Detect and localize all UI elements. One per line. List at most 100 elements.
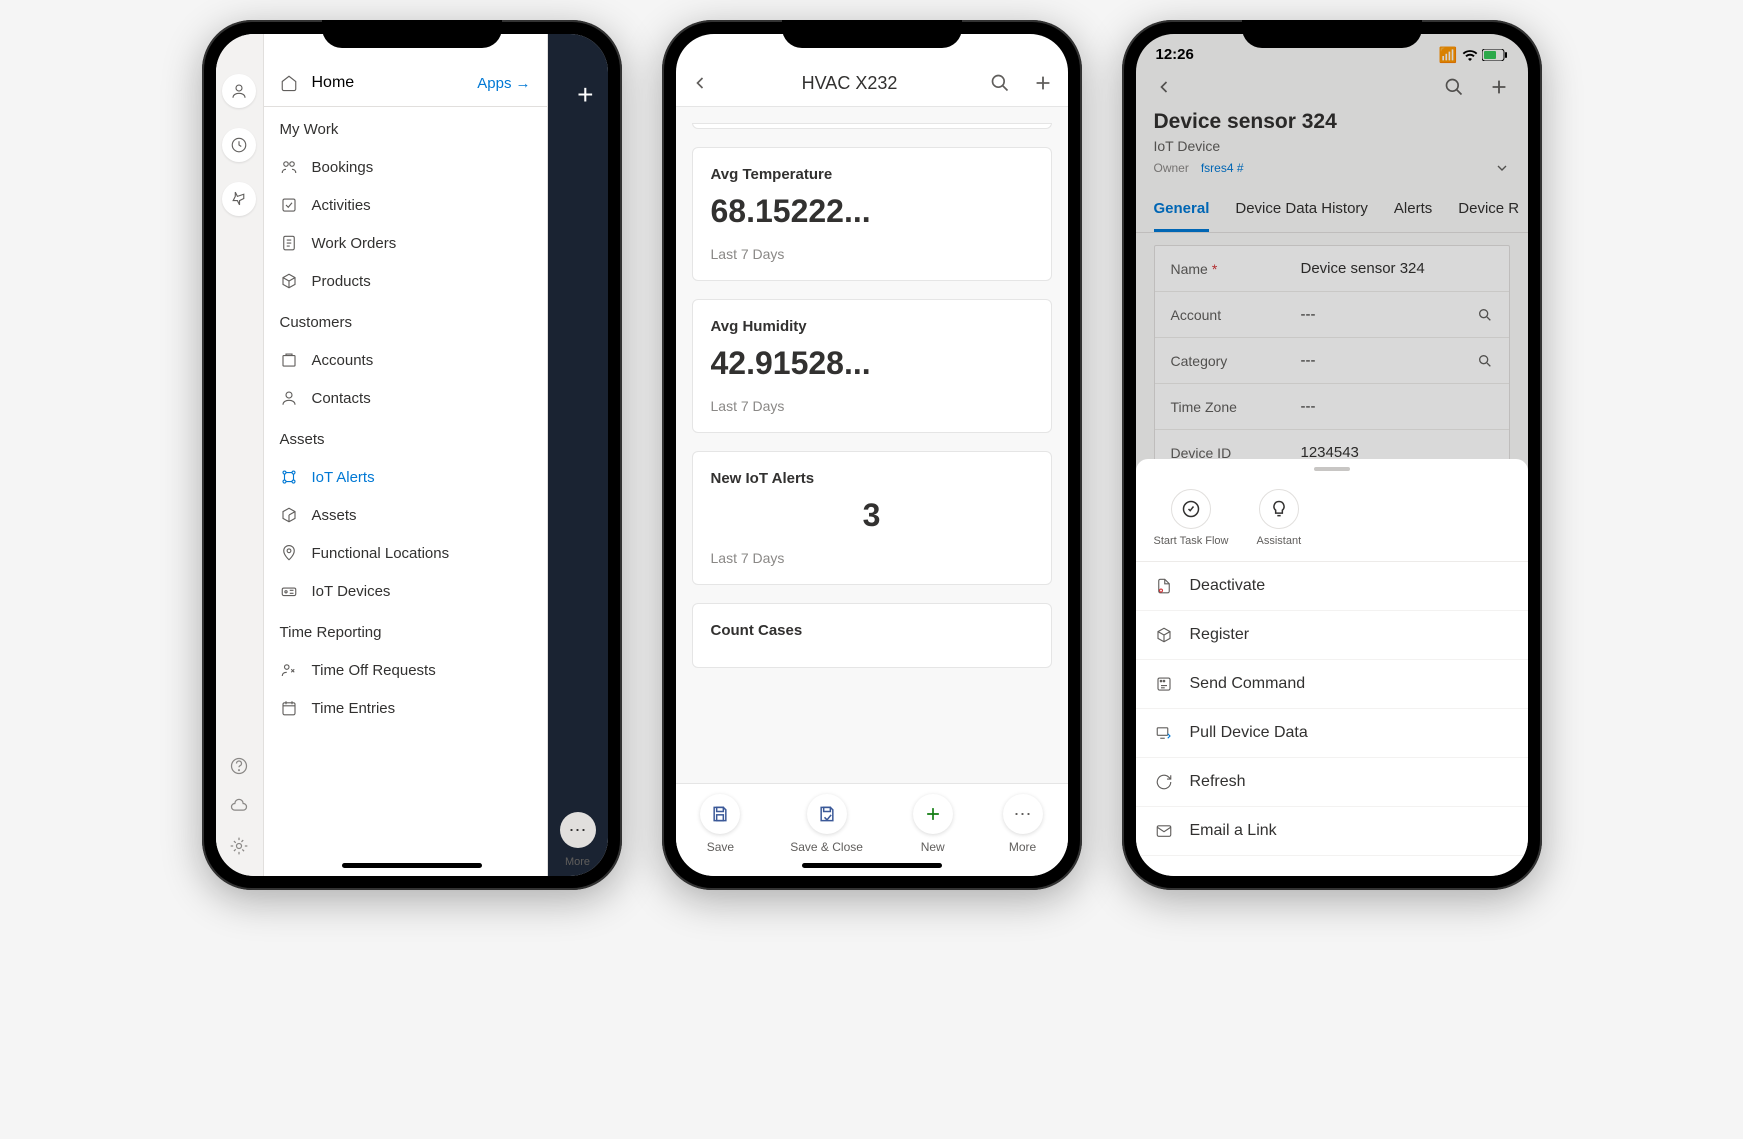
tab-alerts[interactable]: Alerts xyxy=(1394,188,1432,232)
action-sheet: Start Task Flow Assistant Deactivate Reg… xyxy=(1136,459,1528,876)
assistant-icon xyxy=(1259,489,1299,529)
nav-functional-locations[interactable]: Functional Locations xyxy=(264,534,547,572)
user-icon[interactable] xyxy=(222,74,256,108)
assistant-button[interactable]: Assistant xyxy=(1257,489,1302,547)
products-icon xyxy=(280,272,298,290)
action-email-link[interactable]: Email a Link xyxy=(1136,807,1528,856)
action-register[interactable]: Register xyxy=(1136,611,1528,660)
field-name[interactable]: Name*Device sensor 324 xyxy=(1155,246,1509,292)
pin-icon[interactable] xyxy=(222,182,256,216)
save-close-icon xyxy=(807,794,847,834)
back-button[interactable] xyxy=(690,73,710,93)
action-deactivate[interactable]: Deactivate xyxy=(1136,562,1528,611)
plus-icon[interactable]: + xyxy=(577,79,593,111)
card-label: Count Cases xyxy=(711,622,1033,639)
email-icon xyxy=(1154,821,1174,841)
nav-products[interactable]: Products xyxy=(264,262,547,300)
save-button[interactable]: Save xyxy=(700,794,740,854)
chevron-down-icon[interactable] xyxy=(1494,160,1510,176)
sheet-handle[interactable] xyxy=(1314,467,1350,471)
start-task-flow-button[interactable]: Start Task Flow xyxy=(1154,489,1229,547)
nav-assets[interactable]: Assets xyxy=(264,496,547,534)
pull-data-icon xyxy=(1154,723,1174,743)
action-send-command[interactable]: Send Command xyxy=(1136,660,1528,709)
sidebar-home-row[interactable]: Home Apps→ xyxy=(264,34,547,107)
more-button[interactable]: ⋯More xyxy=(1003,794,1043,854)
battery-icon xyxy=(1482,49,1508,61)
home-label: Home xyxy=(312,74,355,92)
task-flow-icon xyxy=(1171,489,1211,529)
more-label: More xyxy=(565,856,590,868)
save-close-button[interactable]: Save & Close xyxy=(790,794,863,854)
section-time-reporting: Time Reporting xyxy=(264,610,547,651)
plus-icon[interactable] xyxy=(1488,76,1510,98)
card-new-iot-alerts[interactable]: New IoT Alerts 3 Last 7 Days xyxy=(692,451,1052,585)
header xyxy=(1136,68,1528,110)
help-icon[interactable] xyxy=(229,756,249,776)
search-icon[interactable] xyxy=(990,73,1010,93)
nav-accounts[interactable]: Accounts xyxy=(264,341,547,379)
nav-iot-devices[interactable]: IoT Devices xyxy=(264,572,547,610)
card-body[interactable]: Avg Temperature 68.15222... Last 7 Days … xyxy=(676,107,1068,817)
new-button[interactable]: New xyxy=(913,794,953,854)
card-count-cases[interactable]: Count Cases xyxy=(692,603,1052,668)
tab-device-r[interactable]: Device R xyxy=(1458,188,1519,232)
page-title: Device sensor 324 xyxy=(1136,110,1528,134)
bookings-icon xyxy=(280,158,298,176)
nav-work-orders[interactable]: Work Orders xyxy=(264,224,547,262)
arrow-right-icon: → xyxy=(516,75,531,92)
lookup-icon[interactable] xyxy=(1477,353,1493,369)
time-entries-icon xyxy=(280,699,298,717)
register-icon xyxy=(1154,625,1174,645)
nav-contacts[interactable]: Contacts xyxy=(264,379,547,417)
phone-frame-1: Home Apps→ My Work Bookings Activities W… xyxy=(202,20,622,890)
back-button[interactable] xyxy=(1154,77,1174,97)
lookup-icon[interactable] xyxy=(1477,307,1493,323)
card-label: Avg Temperature xyxy=(711,166,1033,183)
card-avg-temperature[interactable]: Avg Temperature 68.15222... Last 7 Days xyxy=(692,147,1052,281)
field-time-zone[interactable]: Time Zone--- xyxy=(1155,384,1509,430)
field-account[interactable]: Account--- xyxy=(1155,292,1509,338)
accounts-icon xyxy=(280,351,298,369)
nav-time-entries[interactable]: Time Entries xyxy=(264,689,547,727)
action-refresh[interactable]: Refresh xyxy=(1136,758,1528,807)
required-indicator: * xyxy=(1212,261,1217,277)
screen-3: 12:26 📶 Device sensor 324 IoT Device Own… xyxy=(1136,34,1528,876)
nav-time-off[interactable]: Time Off Requests xyxy=(264,651,547,689)
more-button[interactable]: ⋯ xyxy=(560,812,596,848)
signal-icon: 📶 xyxy=(1439,46,1458,64)
field-category[interactable]: Category--- xyxy=(1155,338,1509,384)
save-icon xyxy=(700,794,740,834)
nav-bookings[interactable]: Bookings xyxy=(264,148,547,186)
screen-1: Home Apps→ My Work Bookings Activities W… xyxy=(216,34,608,876)
status-bar: 12:26 📶 xyxy=(1136,34,1528,68)
home-icon xyxy=(280,74,298,92)
tab-general[interactable]: General xyxy=(1154,188,1210,232)
tabs: General Device Data History Alerts Devic… xyxy=(1136,188,1528,233)
apps-link[interactable]: Apps→ xyxy=(477,75,530,92)
tab-device-data-history[interactable]: Device Data History xyxy=(1235,188,1368,232)
nav-iot-alerts[interactable]: IoT Alerts xyxy=(264,458,547,496)
search-icon[interactable] xyxy=(1444,77,1464,97)
card-value: 42.91528... xyxy=(711,345,1033,382)
card-period: Last 7 Days xyxy=(711,550,1033,566)
sidebar-nav: Home Apps→ My Work Bookings Activities W… xyxy=(264,34,548,876)
cloud-icon[interactable] xyxy=(229,796,249,816)
owner-row[interactable]: Owner fsres4 # xyxy=(1136,154,1528,188)
iot-devices-icon xyxy=(280,582,298,600)
nav-activities[interactable]: Activities xyxy=(264,186,547,224)
card-label: New IoT Alerts xyxy=(711,470,1033,487)
card-value: 68.15222... xyxy=(711,193,1033,230)
action-pull-device-data[interactable]: Pull Device Data xyxy=(1136,709,1528,758)
more-icon: ⋯ xyxy=(1003,794,1043,834)
plus-icon[interactable] xyxy=(1032,72,1054,94)
home-indicator[interactable] xyxy=(802,863,942,868)
section-assets: Assets xyxy=(264,417,547,458)
home-indicator[interactable] xyxy=(342,863,482,868)
card-period: Last 7 Days xyxy=(711,246,1033,262)
card-avg-humidity[interactable]: Avg Humidity 42.91528... Last 7 Days xyxy=(692,299,1052,433)
assets-icon xyxy=(280,506,298,524)
gear-icon[interactable] xyxy=(229,836,249,856)
clock-icon[interactable] xyxy=(222,128,256,162)
location-icon xyxy=(280,544,298,562)
